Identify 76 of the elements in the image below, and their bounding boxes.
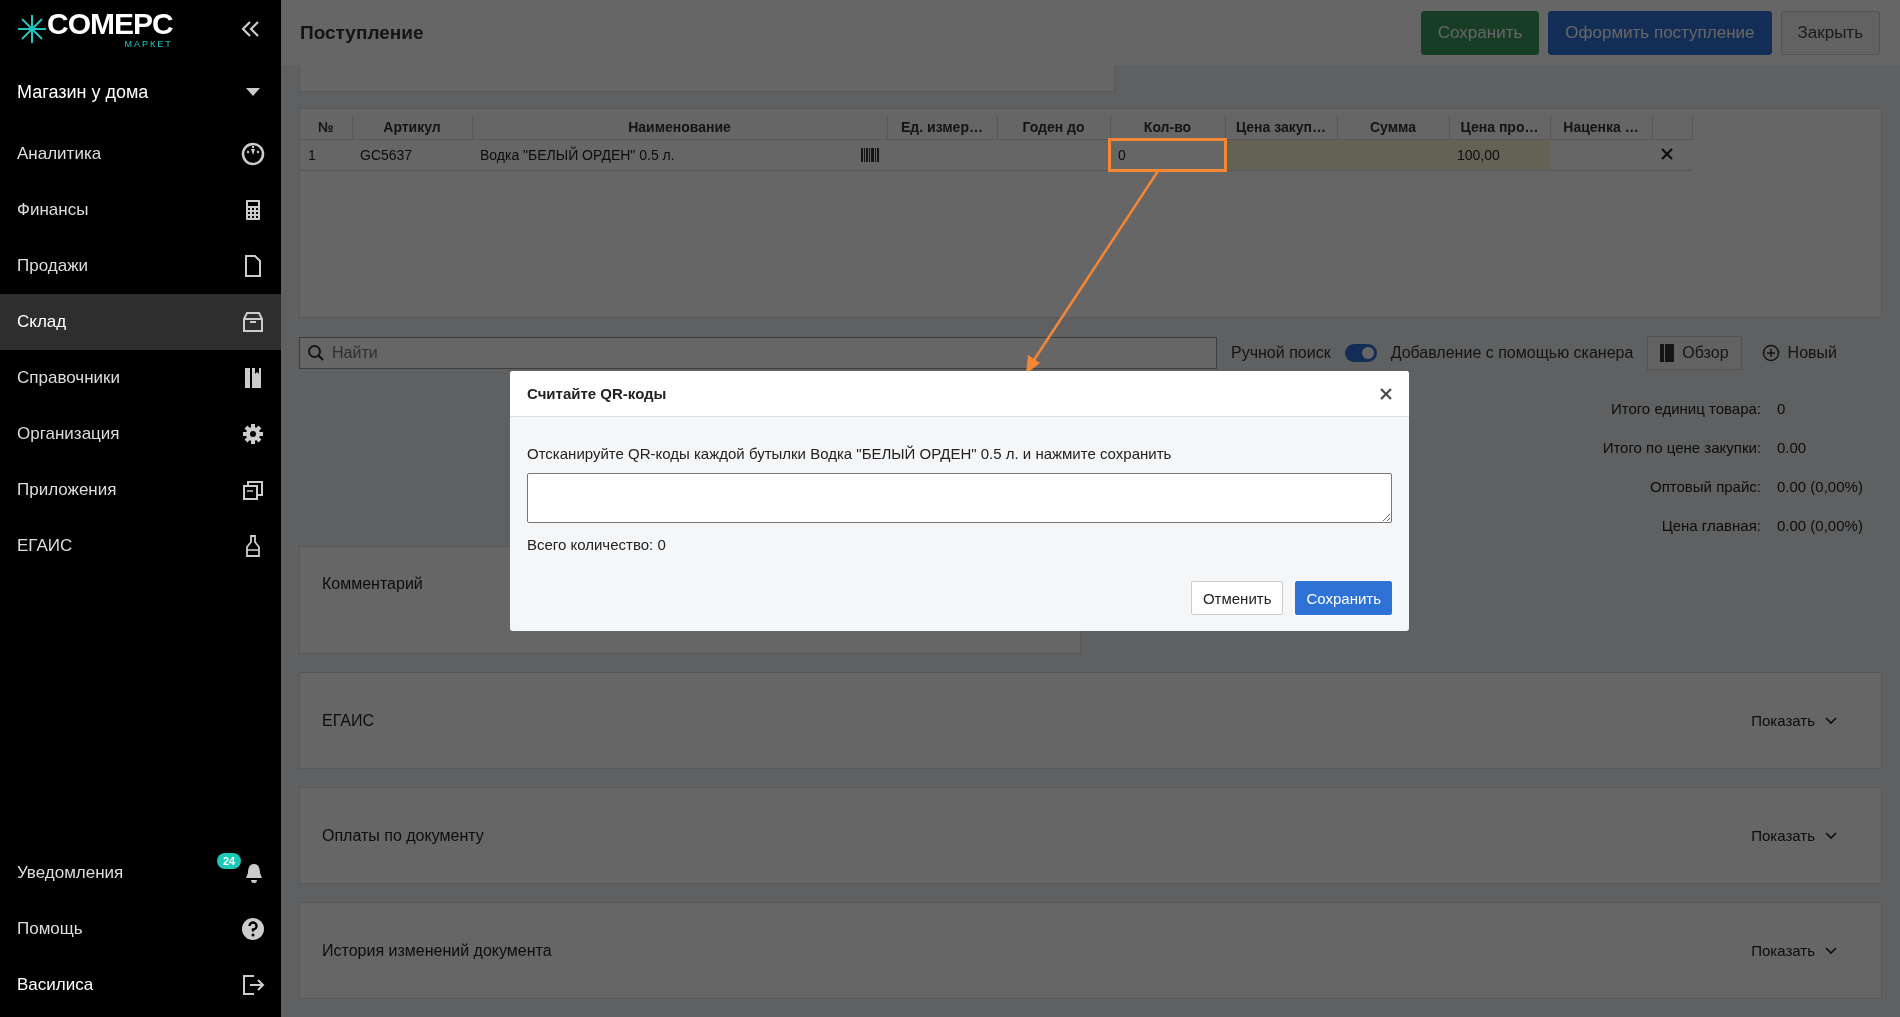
total-value: 0.00 (0,00%) (1777, 478, 1864, 497)
chevron-icon (1825, 946, 1837, 955)
total-value: 0.00 (0,00%) (1777, 517, 1864, 536)
cancel-button[interactable]: Отменить (1190, 581, 1284, 615)
logo-subtitle: МАРКЕТ (124, 39, 173, 49)
plus-icon (1761, 344, 1780, 362)
search-icon (307, 344, 325, 362)
nav-item[interactable]: ЕГАИС (0, 518, 281, 574)
column-header[interactable]: Ед. измер… (887, 115, 997, 140)
barcode-icon[interactable] (861, 148, 879, 162)
scanner-label: Добавление с помощью сканера (1390, 344, 1634, 362)
show-toggle[interactable]: Показать (1751, 942, 1837, 959)
collapse-icon[interactable] (241, 20, 261, 38)
header-button[interactable]: Закрыть (1780, 10, 1880, 55)
box-icon (241, 310, 265, 334)
toggle-label: Ручной поиск (1231, 344, 1331, 362)
save-button[interactable]: Сохранить (1295, 581, 1392, 615)
qr-input-field[interactable] (527, 473, 1392, 523)
total-label: Итого по цене закупки: (1601, 439, 1761, 458)
show-toggle[interactable]: Показать (1751, 712, 1837, 729)
header-button[interactable]: Сохранить (1420, 10, 1540, 55)
section-title: История изменений документа (322, 941, 552, 960)
new-button[interactable]: Новый (1755, 343, 1843, 363)
logo-name: COMEPC (47, 9, 173, 39)
dialog-message: Отсканируйте QR-коды каждой бутылки Водка "БЕЛЫЙ ОРДЕН" 0.5 л. и нажмите сохранить (527, 445, 1173, 462)
nav-item[interactable]: Аналитика (0, 126, 281, 182)
notifications-item[interactable]: Уведомления 24 (0, 845, 281, 901)
total-label: Оптовый прайс: (1649, 478, 1761, 497)
windows-icon (241, 478, 265, 502)
column-header[interactable]: Годен до (997, 115, 1110, 140)
help-icon (241, 917, 265, 941)
star-icon (17, 14, 47, 44)
table-cell: Водка "БЕЛЫЙ ОРДЕН" 0.5 л. (472, 139, 887, 171)
nav-item[interactable]: Организация (0, 406, 281, 462)
comment-label: Комментарий (322, 575, 423, 592)
column-header[interactable]: Артикул (352, 115, 472, 140)
total-count: Всего количество: 0 (527, 536, 667, 553)
gauge-icon (241, 142, 265, 166)
books-icon (1660, 344, 1675, 362)
toggle-switch[interactable] (1344, 344, 1377, 362)
total-value: 0.00 (1777, 439, 1808, 458)
delete-icon[interactable] (1660, 146, 1674, 161)
column-header[interactable]: № (300, 115, 352, 140)
nav-item[interactable]: Продажи (0, 238, 281, 294)
show-toggle[interactable]: Показать (1751, 827, 1837, 844)
page-title: Поступление (300, 21, 424, 44)
total-label: Цена главная: (1660, 517, 1761, 536)
bell-icon (243, 861, 265, 885)
nav-item[interactable]: Справочники (0, 350, 281, 406)
section-title: ЕГАИС (322, 711, 374, 730)
header-button[interactable]: Оформить поступление (1548, 10, 1772, 55)
total-label: Итого единиц товара: (1609, 400, 1761, 419)
total-value: 0 (1777, 400, 1787, 419)
table-cell: GC5637 (352, 139, 472, 171)
dialog-title: Считайте QR-коды (527, 385, 667, 402)
column-header[interactable]: Наценка … (1550, 115, 1652, 140)
notification-count: 24 (217, 853, 242, 869)
column-header[interactable]: Наименование (472, 115, 887, 140)
help-item[interactable]: Помощь (0, 901, 281, 957)
close-icon[interactable] (1379, 386, 1393, 401)
section-title: Оплаты по документу (322, 826, 484, 845)
gear-icon (241, 422, 265, 446)
nav-item[interactable]: Приложения (0, 462, 281, 518)
user-item[interactable]: Василиса (0, 957, 281, 1013)
nav-item[interactable]: Склад (0, 294, 281, 350)
table-cell: 100,00 (1449, 139, 1550, 171)
chevron-icon (1825, 831, 1837, 840)
chevron-icon (1825, 716, 1837, 725)
store-selector[interactable]: Магазин у дома (0, 58, 281, 126)
nav-item[interactable]: Финансы (0, 182, 281, 238)
logout-icon (241, 973, 265, 997)
caret-icon (245, 87, 261, 97)
column-header[interactable]: Кол-во (1110, 115, 1225, 140)
table-cell: 0 (1110, 139, 1225, 171)
table-cell: 1 (300, 139, 352, 171)
browse-button[interactable]: Обзор (1647, 336, 1742, 370)
